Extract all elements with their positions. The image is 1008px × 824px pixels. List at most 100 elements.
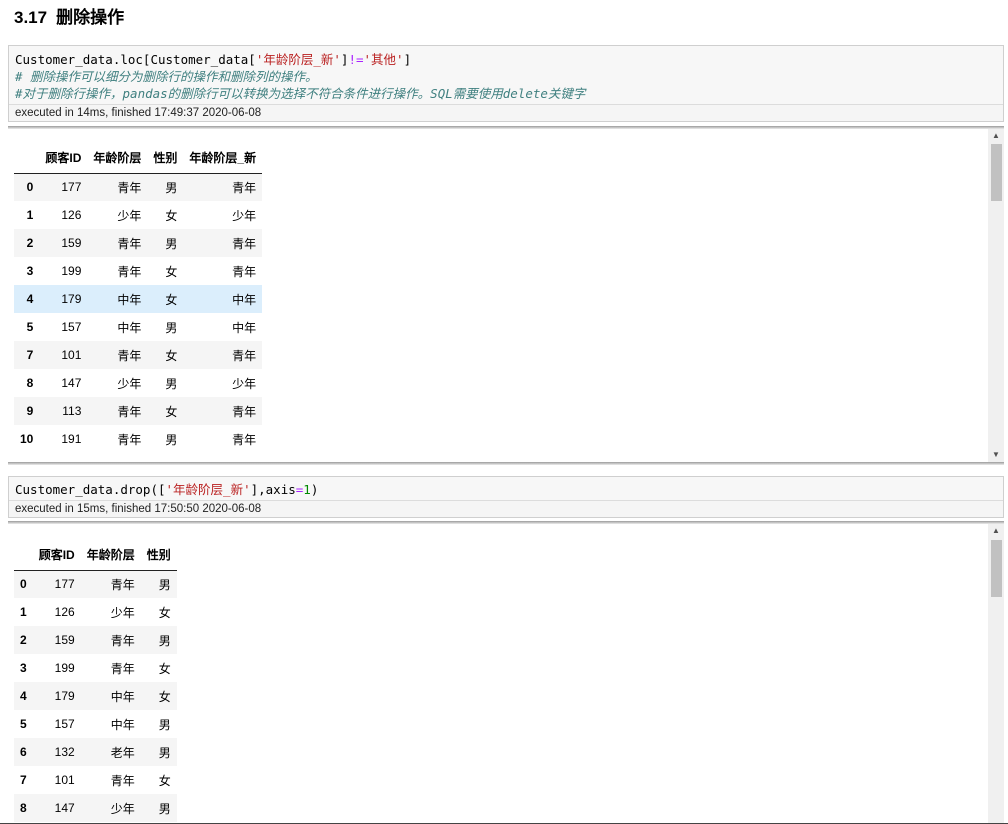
- table-cell-id: 157: [54, 717, 75, 731]
- table-header-row: 顾客ID 年龄阶层 性别: [14, 540, 177, 571]
- scroll-up-arrow-icon[interactable]: ▲: [988, 524, 1004, 538]
- table-cell-new: 中年: [232, 320, 257, 335]
- output-area-1[interactable]: 顾客ID 年龄阶层 性别 年龄阶层_新 0 177 青年男青年 1 126 少年女少年 2 1…: [8, 129, 1004, 462]
- table-cell-sex: 男: [165, 432, 178, 447]
- table-cell-new: 青年: [232, 264, 257, 279]
- column-header: [14, 143, 40, 174]
- code-string: '年龄阶层_新': [165, 482, 251, 497]
- table-row: 5 157 中年 男 中年: [14, 313, 262, 341]
- table-cell-new: 青年: [232, 432, 257, 447]
- column-header: 性别: [140, 540, 177, 571]
- table-cell-age: 中年: [117, 320, 142, 335]
- table-cell-sex: 男: [158, 577, 171, 592]
- table-cell-age: 中年: [110, 717, 135, 732]
- table-row: 8 147 少年 男 少年: [14, 369, 262, 397]
- table-cell-new: 青年: [232, 180, 257, 195]
- table-row: 7 101 青年 女 青年: [14, 341, 263, 369]
- table-row: 3 199 青年 女 青年: [14, 257, 262, 285]
- table-cell-id: 126: [61, 208, 82, 222]
- table-cell-id: 191: [61, 432, 82, 446]
- table-row: 8 147 少年 男: [14, 794, 177, 822]
- code-token: Customer_data.loc[Customer_data[: [15, 52, 256, 67]
- row-index: 3: [20, 661, 27, 675]
- table-cell-sex: 女: [158, 689, 171, 704]
- table-cell-id: 179: [61, 292, 82, 306]
- row-index: 3: [26, 264, 34, 278]
- scroll-up-arrow-icon[interactable]: ▲: [988, 129, 1004, 143]
- table-row: 2 159 青年 男: [14, 626, 177, 654]
- column-header: 年龄阶层: [80, 540, 141, 571]
- output-area-2[interactable]: 顾客ID 年龄阶层 性别 0 177 青年男 1 126 少年女 2 159 青年男 3 199 青年…: [8, 524, 1004, 823]
- table-row: 6 132 老年 男: [14, 738, 177, 766]
- row-index: 10: [20, 432, 34, 446]
- row-index: 8: [20, 801, 27, 815]
- table-cell-id: 147: [54, 801, 75, 815]
- table-cell-id: 177: [61, 180, 82, 195]
- section-number: 3.17: [14, 8, 48, 27]
- code-string: '年龄阶层_新': [255, 52, 341, 67]
- code-editor-1[interactable]: Customer_data.loc[Customer_data['年龄阶层_新'…: [9, 46, 1003, 104]
- column-header: 年龄阶层: [87, 143, 148, 174]
- table-cell-id: 199: [61, 264, 82, 278]
- section-heading: 3.17 删除操作: [14, 6, 124, 30]
- table-cell-age: 青年: [110, 577, 135, 592]
- table-cell-id: 159: [54, 633, 75, 647]
- code-comment: # 删除操作可以细分为删除行的操作和删除列的操作。: [15, 69, 318, 84]
- table-cell-age: 青年: [117, 348, 142, 363]
- code-comment: #对于删除行操作，pandas的删除行可以转换为选择不符合条件进行操作。SQL需…: [15, 86, 586, 101]
- table-cell-id: 101: [61, 348, 82, 362]
- table-cell-id: 101: [54, 773, 75, 787]
- table-row: 10 191 青年 男 青年: [14, 425, 262, 453]
- table-cell-age: 少年: [110, 801, 135, 816]
- table-cell-new: 少年: [232, 208, 257, 223]
- table-cell-sex: 男: [158, 633, 171, 648]
- column-header: 性别: [147, 143, 184, 174]
- scrollbar-thumb[interactable]: [991, 540, 1002, 597]
- output-scrollbar-2[interactable]: ▲: [988, 524, 1004, 823]
- table-cell-id: 126: [54, 605, 75, 619]
- table-row: 0 177 青年 男: [14, 570, 177, 598]
- table-row: 3 199 青年 女: [14, 654, 177, 682]
- code-token: ): [310, 482, 319, 497]
- table-cell-new: 中年: [232, 292, 257, 307]
- table-cell-age: 老年: [110, 745, 135, 760]
- scrollbar-thumb[interactable]: [991, 144, 1002, 201]
- code-editor-2[interactable]: Customer_data.drop(['年龄阶层_新'],axis=1): [9, 477, 1003, 500]
- table-cell-age: 中年: [117, 292, 142, 307]
- row-index: 5: [20, 717, 27, 731]
- table-cell-age: 青年: [117, 180, 142, 195]
- table-row: 1 126 少年 女 少年: [14, 201, 262, 229]
- table-cell-sex: 女: [165, 292, 178, 307]
- row-index: 1: [26, 208, 34, 222]
- row-index: 7: [20, 773, 27, 787]
- table-cell-age: 青年: [117, 236, 142, 251]
- table-cell-id: 179: [54, 689, 75, 703]
- dataframe-table-2: 顾客ID 年龄阶层 性别 0 177 青年男 1 126 少年女 2 159 青年男 3 199 青年…: [14, 540, 177, 822]
- table-cell-age: 少年: [110, 605, 135, 620]
- execution-info: executed in 14ms, finished 17:49:37 2020…: [9, 104, 1003, 121]
- table-cell-new: 青年: [232, 236, 257, 251]
- scroll-down-arrow-icon[interactable]: ▼: [988, 448, 1004, 462]
- table-cell-sex: 男: [158, 801, 171, 816]
- table-row: 2 159 青年 男 青年: [14, 229, 263, 257]
- table-row: 0 177 青年 男 青年: [14, 173, 263, 201]
- table-cell-sex: 男: [158, 745, 171, 760]
- table-cell-sex: 女: [165, 348, 178, 363]
- table-row: 5 157 中年 男: [14, 710, 177, 738]
- table-row: 7 101 青年 女: [14, 766, 177, 794]
- table-cell-id: 177: [54, 577, 75, 592]
- code-cell-2[interactable]: Customer_data.drop(['年龄阶层_新'],axis=1) ex…: [8, 476, 1004, 518]
- table-cell-sex: 男: [165, 320, 178, 335]
- table-cell-age: 少年: [117, 208, 142, 223]
- row-index: 9: [26, 404, 34, 418]
- column-header: 顾客ID: [39, 143, 88, 174]
- table-cell-id: 199: [54, 661, 75, 675]
- section-title: 删除操作: [56, 8, 125, 27]
- output-scrollbar-1[interactable]: ▲ ▼: [988, 129, 1004, 462]
- code-cell-1[interactable]: Customer_data.loc[Customer_data['年龄阶层_新'…: [8, 45, 1004, 122]
- table-cell-age: 青年: [117, 404, 142, 419]
- row-index: 6: [20, 745, 27, 759]
- table-cell-id: 113: [62, 404, 82, 418]
- table-cell-sex: 女: [165, 208, 178, 223]
- row-index: 2: [20, 633, 27, 647]
